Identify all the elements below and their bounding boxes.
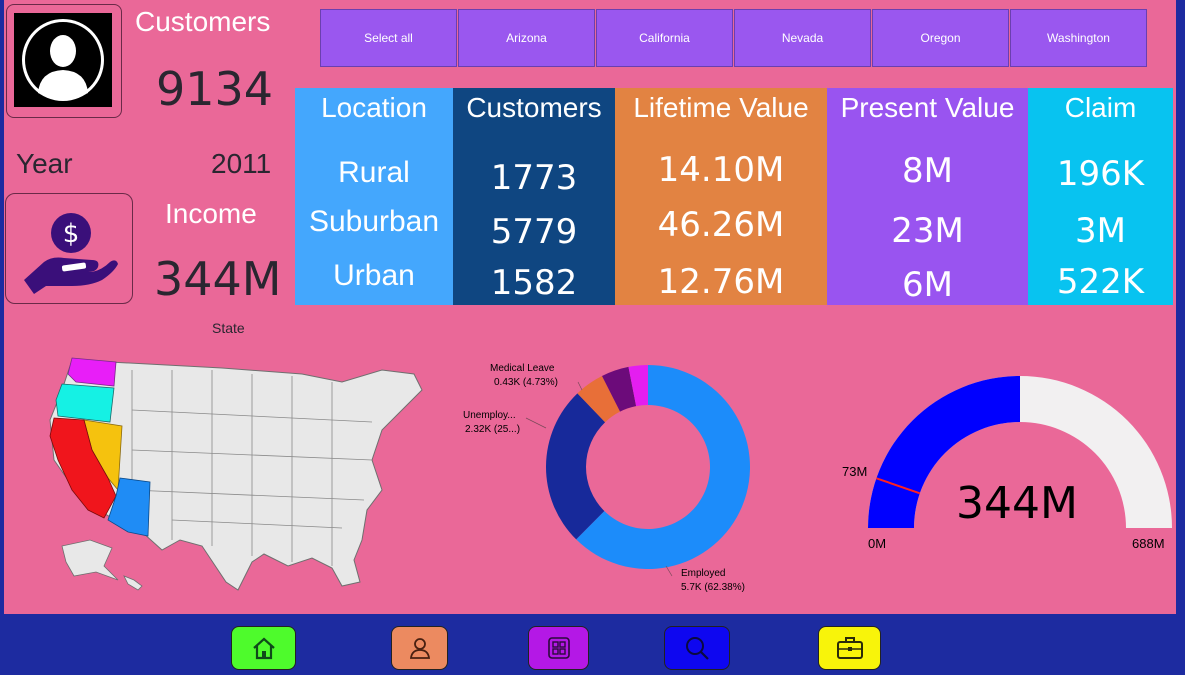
income-value: 344M xyxy=(154,252,282,306)
gauge-value: 344M xyxy=(956,478,1078,529)
donut-label: Medical Leave xyxy=(490,363,555,374)
column-header: Location xyxy=(321,92,427,123)
table-cell: 1582 xyxy=(490,263,578,303)
slicer-oregon[interactable]: Oregon xyxy=(872,9,1009,67)
column-customers: Customers 1773 5779 1582 xyxy=(453,88,615,305)
state-label: State xyxy=(212,320,245,336)
nav-briefcase-button[interactable] xyxy=(818,626,881,670)
year-value: 2011 xyxy=(211,148,272,179)
us-state-map[interactable] xyxy=(42,350,442,600)
column-header: Present Value xyxy=(840,92,1015,123)
column-lifetime-value: Lifetime Value 14.10M 46.26M 12.76M xyxy=(615,88,827,305)
table-cell: 23M xyxy=(891,211,964,251)
user-icon xyxy=(409,638,430,659)
year-label: Year xyxy=(16,148,73,179)
table-cell: 196K xyxy=(1056,154,1145,194)
income-label: Income xyxy=(165,198,257,229)
search-icon xyxy=(686,637,709,660)
nav-home-button[interactable] xyxy=(231,626,296,670)
alaska-shape xyxy=(61,539,119,581)
slicer-nevada[interactable]: Nevada xyxy=(734,9,871,67)
gauge-min-label: 0M xyxy=(868,536,886,551)
table-cell: Suburban xyxy=(308,205,440,238)
table-cell: Rural xyxy=(338,156,410,189)
table-cell: Urban xyxy=(333,259,415,292)
hawaii-shape xyxy=(123,575,143,591)
customers-value: 9134 xyxy=(156,62,274,116)
donut-label: Unemploy... xyxy=(463,410,516,421)
column-header: Lifetime Value xyxy=(633,92,809,123)
state-slicer: Select all Arizona California Nevada Ore… xyxy=(320,9,1148,67)
home-icon xyxy=(252,637,275,660)
table-cell: 5779 xyxy=(490,212,578,252)
donut-label: 0.43K (4.73%) xyxy=(494,377,558,388)
nav-grid-button[interactable] xyxy=(528,626,589,670)
gauge-target-label: 73M xyxy=(842,464,867,479)
donut-label: 5.7K (62.38%) xyxy=(681,582,745,593)
table-cell: 46.26M xyxy=(657,205,785,245)
employment-donut-chart[interactable]: Medical Leave 0.43K (4.73%) Unemploy... … xyxy=(450,352,810,602)
table-cell: 522K xyxy=(1056,262,1145,302)
column-location: Location Rural Suburban Urban xyxy=(295,88,453,305)
user-avatar-icon xyxy=(22,19,104,101)
svg-text:$: $ xyxy=(63,219,80,249)
gauge-max-label: 688M xyxy=(1132,536,1165,551)
slicer-arizona[interactable]: Arizona xyxy=(458,9,595,67)
avatar xyxy=(14,13,112,107)
table-cell: 14.10M xyxy=(657,150,785,190)
grid-icon xyxy=(547,637,570,659)
slicer-select-all[interactable]: Select all xyxy=(320,9,457,67)
column-present-value: Present Value 8M 23M 6M xyxy=(827,88,1028,305)
dashboard-canvas: Customers 9134 Year 2011 $ Income 344M S… xyxy=(4,0,1176,614)
income-icon-card: $ xyxy=(5,193,133,304)
table-cell: 1773 xyxy=(490,158,578,198)
column-claim: Claim 196K 3M 522K xyxy=(1028,88,1173,305)
customers-label: Customers xyxy=(135,6,271,37)
briefcase-icon xyxy=(836,637,863,659)
donut-slices xyxy=(546,365,750,569)
table-cell: 3M xyxy=(1075,211,1126,251)
state-oregon xyxy=(55,383,115,423)
customer-avatar-card xyxy=(6,4,122,118)
table-cell: 8M xyxy=(902,151,953,191)
column-header: Claim xyxy=(1064,92,1137,123)
donut-slice-unemployed[interactable] xyxy=(546,393,606,540)
slicer-california[interactable]: California xyxy=(596,9,733,67)
money-hand-icon: $ xyxy=(24,213,118,294)
table-cell: 12.76M xyxy=(657,262,785,302)
income-gauge-chart[interactable]: 344M 73M 0M 688M xyxy=(834,370,1176,560)
nav-user-button[interactable] xyxy=(391,626,448,670)
location-summary-table: Location Rural Suburban Urban Customers … xyxy=(295,88,1173,305)
slicer-washington[interactable]: Washington xyxy=(1010,9,1147,67)
donut-label: 2.32K (25...) xyxy=(465,424,520,435)
nav-search-button[interactable] xyxy=(664,626,730,670)
donut-label: Employed xyxy=(681,568,725,579)
table-cell: 6M xyxy=(902,265,953,305)
column-header: Customers xyxy=(466,92,602,123)
